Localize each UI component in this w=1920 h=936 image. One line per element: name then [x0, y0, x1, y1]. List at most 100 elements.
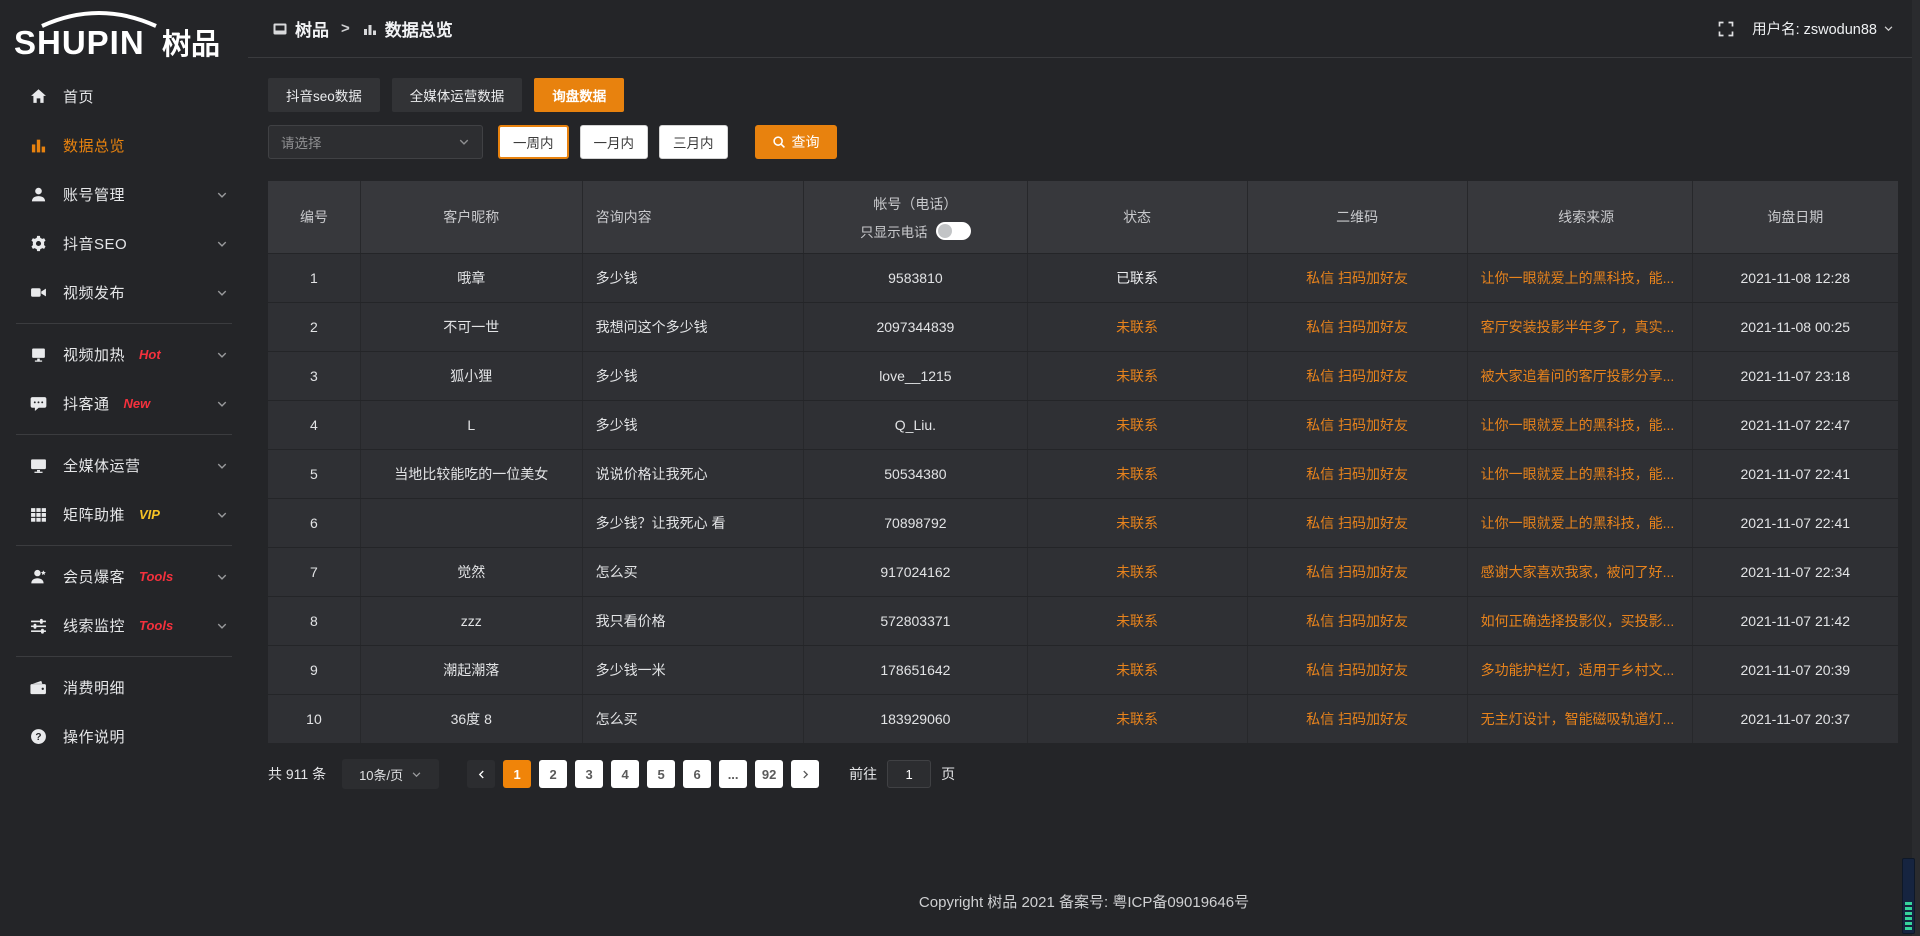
cell-id: 6	[268, 499, 361, 547]
cell-qrcode[interactable]: 私信 扫码加好友	[1248, 548, 1468, 596]
filter-select[interactable]: 请选择	[268, 125, 483, 159]
cell-date: 2021-11-08 12:28	[1693, 254, 1898, 302]
cell-nickname-text: 不可一世	[443, 317, 499, 337]
cell-source[interactable]: 感谢大家喜欢我家，被问了好...	[1468, 548, 1693, 596]
sidebar-item-5[interactable]: 视频发布	[0, 268, 248, 317]
column-header-0: 编号	[268, 181, 361, 253]
phone-toggle-row: 只显示电话	[860, 221, 971, 241]
cell-source[interactable]: 客厅安装投影半年多了，真实...	[1468, 303, 1693, 351]
cell-account-text: 70898792	[884, 515, 946, 531]
chevron-down-icon	[216, 287, 228, 299]
page-button-1[interactable]: 1	[503, 760, 531, 788]
page-scrollbar[interactable]	[1912, 0, 1920, 936]
cell-qrcode[interactable]: 私信 扫码加好友	[1248, 352, 1468, 400]
goto-suffix-label: 页	[941, 764, 955, 784]
member-icon	[30, 568, 47, 585]
cell-qrcode-text: 私信 扫码加好友	[1306, 415, 1408, 435]
cell-qrcode-text: 私信 扫码加好友	[1306, 660, 1408, 680]
cell-source[interactable]: 让你一眼就爱上的黑科技，能...	[1468, 254, 1693, 302]
cell-source[interactable]: 被大家追着问的客厅投影分享...	[1468, 352, 1693, 400]
cell-source[interactable]: 如何正确选择投影仪，买投影...	[1468, 597, 1693, 645]
column-header-label: 询盘日期	[1767, 207, 1823, 227]
svg-text:SHUPIN: SHUPIN	[14, 24, 145, 61]
page-button-2[interactable]: 2	[539, 760, 567, 788]
sidebar-item-10[interactable]: 会员爆客Tools	[0, 552, 248, 601]
cell-nickname: 36度 8	[361, 695, 583, 743]
sidebar-item-12[interactable]: 消费明细	[0, 663, 248, 712]
cell-status: 未联系	[1028, 499, 1248, 547]
page-ellipsis[interactable]: ...	[719, 760, 747, 788]
column-header-label: 状态	[1123, 207, 1151, 227]
phone-only-toggle[interactable]	[936, 222, 971, 240]
cell-source[interactable]: 让你一眼就爱上的黑科技，能...	[1468, 499, 1693, 547]
cell-qrcode[interactable]: 私信 扫码加好友	[1248, 597, 1468, 645]
table-row-2: 2不可一世我想问这个多少钱2097344839未联系私信 扫码加好友客厅安装投影…	[268, 302, 1898, 351]
column-header-7: 询盘日期	[1693, 181, 1898, 253]
cell-qrcode[interactable]: 私信 扫码加好友	[1248, 303, 1468, 351]
cell-content: 多少钱	[583, 254, 805, 302]
breadcrumb-home[interactable]: 树品	[295, 16, 329, 41]
goto-page-input[interactable]	[887, 760, 931, 788]
page-button-6[interactable]: 6	[683, 760, 711, 788]
user-menu[interactable]: 用户名: zswodun88	[1752, 18, 1894, 39]
cell-id: 4	[268, 401, 361, 449]
cell-qrcode[interactable]: 私信 扫码加好友	[1248, 499, 1468, 547]
filter-bar: 请选择 一周内一月内三月内 查询	[268, 125, 1898, 159]
page-button-5[interactable]: 5	[647, 760, 675, 788]
sidebar-item-3[interactable]: 账号管理	[0, 170, 248, 219]
wallet-icon	[30, 679, 47, 696]
page-size-select[interactable]: 10条/页	[342, 759, 439, 789]
sidebar-item-label: 矩阵助推	[63, 504, 125, 525]
sidebar-item-11[interactable]: 线索监控Tools	[0, 601, 248, 650]
next-page-button[interactable]	[791, 760, 819, 788]
cell-content-text: 多少钱？让我死心 看	[596, 513, 726, 533]
fullscreen-icon[interactable]	[1718, 21, 1734, 37]
sidebar-item-7[interactable]: 抖客通New	[0, 379, 248, 428]
cell-source[interactable]: 多功能护栏灯，适用于乡村文...	[1468, 646, 1693, 694]
date-range-button-3[interactable]: 三月内	[659, 125, 728, 159]
table-row-8: 8zzz我只看价格572803371未联系私信 扫码加好友如何正确选择投影仪，买…	[268, 596, 1898, 645]
page-number-label: 5	[657, 767, 664, 782]
sidebar-item-13[interactable]: ?操作说明	[0, 712, 248, 761]
cell-qrcode[interactable]: 私信 扫码加好友	[1248, 254, 1468, 302]
sidebar-item-2[interactable]: 数据总览	[0, 121, 248, 170]
cell-source[interactable]: 无主灯设计，智能磁吸轨道灯...	[1468, 695, 1693, 743]
cell-source[interactable]: 让你一眼就爱上的黑科技，能...	[1468, 401, 1693, 449]
sidebar-item-badge: New	[124, 396, 151, 411]
page-button-4[interactable]: 4	[611, 760, 639, 788]
page-button-92[interactable]: 92	[755, 760, 783, 788]
cell-qrcode[interactable]: 私信 扫码加好友	[1248, 450, 1468, 498]
sidebar-item-9[interactable]: 矩阵助推VIP	[0, 490, 248, 539]
sidebar-item-1[interactable]: 首页	[0, 72, 248, 121]
date-range-button-1[interactable]: 一周内	[498, 125, 569, 159]
cell-qrcode-text: 私信 扫码加好友	[1306, 562, 1408, 582]
cell-source-text: 多功能护栏灯，适用于乡村文...	[1481, 660, 1675, 680]
date-range-button-2[interactable]: 一月内	[580, 125, 649, 159]
gear-icon	[30, 235, 47, 252]
tab-3[interactable]: 询盘数据	[534, 78, 624, 112]
sidebar-item-6[interactable]: 视频加热Hot	[0, 330, 248, 379]
sidebar-item-8[interactable]: 全媒体运营	[0, 441, 248, 490]
prev-page-button[interactable]	[467, 760, 495, 788]
chevron-right-icon	[800, 769, 811, 780]
cell-source[interactable]: 让你一眼就爱上的黑科技，能...	[1468, 450, 1693, 498]
content: 抖音seo数据全媒体运营数据询盘数据 请选择 一周内一月内三月内 查询 编号客户…	[248, 58, 1920, 789]
cell-date-text: 2021-11-08 00:25	[1741, 319, 1851, 335]
cell-qrcode[interactable]: 私信 扫码加好友	[1248, 646, 1468, 694]
cell-date: 2021-11-07 22:41	[1693, 450, 1898, 498]
cell-content: 多少钱	[583, 352, 805, 400]
page-number-label: ...	[728, 767, 739, 782]
table-row-5: 5当地比较能吃的一位美女说说价格让我死心50534380未联系私信 扫码加好友让…	[268, 449, 1898, 498]
cell-nickname-text: 潮起潮落	[443, 660, 499, 680]
sidebar-item-badge: Tools	[139, 618, 173, 633]
query-button[interactable]: 查询	[755, 125, 837, 159]
tab-1[interactable]: 抖音seo数据	[268, 78, 380, 112]
sidebar-item-label: 视频加热	[63, 344, 125, 365]
tab-2[interactable]: 全媒体运营数据	[392, 78, 523, 112]
user-icon	[30, 186, 47, 203]
cell-qrcode[interactable]: 私信 扫码加好友	[1248, 401, 1468, 449]
sidebar-item-4[interactable]: 抖音SEO	[0, 219, 248, 268]
page-button-3[interactable]: 3	[575, 760, 603, 788]
cell-qrcode[interactable]: 私信 扫码加好友	[1248, 695, 1468, 743]
cell-id: 5	[268, 450, 361, 498]
